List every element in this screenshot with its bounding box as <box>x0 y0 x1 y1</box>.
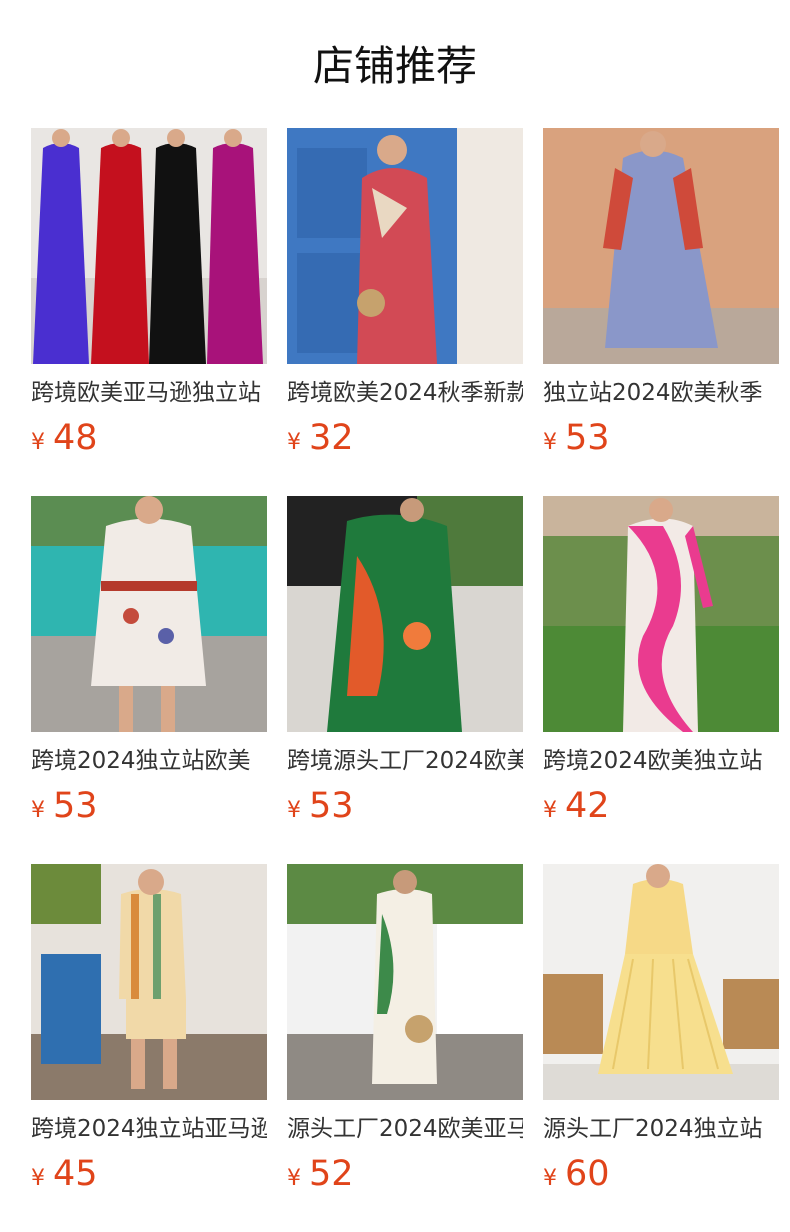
product-name[interactable]: 跨境2024欧美独立站 <box>543 744 779 778</box>
currency-symbol: ¥ <box>543 430 557 455</box>
product-name[interactable]: 独立站2024欧美秋季 <box>543 376 779 410</box>
price-value: 60 <box>565 1154 610 1194</box>
product-price: ¥53 <box>287 784 354 828</box>
product-price: ¥53 <box>543 416 610 460</box>
price-value: 53 <box>53 786 98 826</box>
product-image[interactable] <box>543 496 779 732</box>
price-value: 45 <box>53 1154 98 1194</box>
product-card[interactable]: 跨境2024独立站亚马逊 ¥45 <box>31 864 267 1194</box>
product-card[interactable]: 跨境2024独立站欧美 ¥53 <box>31 496 267 826</box>
product-name[interactable]: 跨境欧美2024秋季新款 <box>287 376 523 410</box>
product-name[interactable]: 跨境欧美亚马逊独立站 <box>31 376 267 410</box>
currency-symbol: ¥ <box>31 1166 45 1191</box>
product-price: ¥52 <box>287 1152 354 1196</box>
product-card[interactable]: 跨境源头工厂2024欧美 ¥53 <box>287 496 523 826</box>
price-value: 42 <box>565 786 610 826</box>
product-image[interactable] <box>543 128 779 364</box>
product-price: ¥60 <box>543 1152 610 1196</box>
product-card[interactable]: 独立站2024欧美秋季 ¥53 <box>543 128 779 458</box>
currency-symbol: ¥ <box>287 1166 301 1191</box>
currency-symbol: ¥ <box>287 798 301 823</box>
product-card[interactable]: 跨境2024欧美独立站 ¥42 <box>543 496 779 826</box>
product-image[interactable] <box>287 864 523 1100</box>
price-value: 52 <box>309 1154 354 1194</box>
product-price: ¥42 <box>543 784 610 828</box>
currency-symbol: ¥ <box>31 798 45 823</box>
product-name[interactable]: 跨境2024独立站欧美 <box>31 744 267 778</box>
currency-symbol: ¥ <box>287 430 301 455</box>
product-card[interactable]: 跨境欧美2024秋季新款 ¥32 <box>287 128 523 458</box>
section-title: 店铺推荐 <box>313 42 477 90</box>
product-name[interactable]: 跨境源头工厂2024欧美 <box>287 744 523 778</box>
price-value: 48 <box>53 418 98 458</box>
price-value: 53 <box>565 418 610 458</box>
product-name[interactable]: 源头工厂2024独立站 <box>543 1112 779 1146</box>
product-price: ¥32 <box>287 416 354 460</box>
product-image[interactable] <box>31 864 267 1100</box>
product-price: ¥48 <box>31 416 98 460</box>
product-image[interactable] <box>31 496 267 732</box>
product-name[interactable]: 源头工厂2024欧美亚马逊 <box>287 1112 523 1146</box>
currency-symbol: ¥ <box>543 1166 557 1191</box>
product-price: ¥53 <box>31 784 98 828</box>
product-card[interactable]: 源头工厂2024欧美亚马逊 ¥52 <box>287 864 523 1194</box>
product-price: ¥45 <box>31 1152 98 1196</box>
currency-symbol: ¥ <box>31 430 45 455</box>
product-image[interactable] <box>31 128 267 364</box>
product-name[interactable]: 跨境2024独立站亚马逊 <box>31 1112 267 1146</box>
product-image[interactable] <box>287 128 523 364</box>
product-card[interactable]: 跨境欧美亚马逊独立站 ¥48 <box>31 128 267 458</box>
price-value: 32 <box>309 418 354 458</box>
product-card[interactable]: 源头工厂2024独立站 ¥60 <box>543 864 779 1194</box>
product-image[interactable] <box>287 496 523 732</box>
price-value: 53 <box>309 786 354 826</box>
product-image[interactable] <box>543 864 779 1100</box>
currency-symbol: ¥ <box>543 798 557 823</box>
